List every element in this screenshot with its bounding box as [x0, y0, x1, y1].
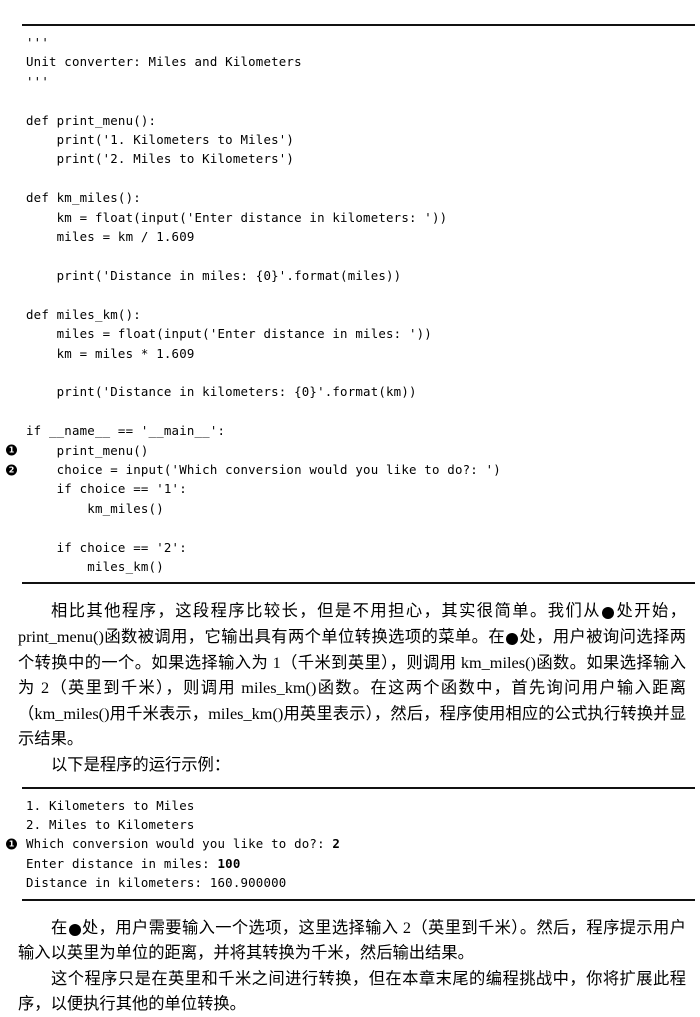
- document-page: ''' Unit converter: Miles and Kilometers '…: [0, 0, 700, 1013]
- inline-callout-marker: 1: [68, 923, 108, 936]
- code-line: ''': [26, 35, 49, 50]
- source-code-listing: ''' Unit converter: Miles and Kilometers '…: [0, 24, 700, 585]
- run-example-lead-in: 以下是程序的运行示例：: [51, 754, 231, 774]
- code-line: miles = float(input('Enter distance in m…: [26, 326, 432, 342]
- code-line: Enter distance in miles: 100: [26, 855, 241, 871]
- code-line: miles = km / 1.609: [26, 229, 195, 245]
- spacer-before-output: [0, 778, 700, 787]
- callout-marker: 1: [6, 838, 17, 850]
- source-code-body: ''' Unit converter: Miles and Kilometers '…: [0, 26, 700, 582]
- code-line: def miles_km():: [26, 306, 141, 322]
- code-line: 2. Miles to Kilometers: [26, 816, 195, 832]
- explanation-paragraph-1: 相比其他程序，这段程序比较长，但是不用担心，其实很简单。我们从 1处开始，prin…: [18, 601, 686, 749]
- top-spacer: [0, 0, 700, 24]
- code-line: def print_menu():: [26, 112, 157, 128]
- code-line: def km_miles():: [26, 190, 141, 206]
- explanation-paragraph-2: 在 1处，用户需要输入一个选项，这里选择输入 2（英里到千米）。然后，程序提示用户…: [18, 917, 686, 963]
- output-bottom-rule: [22, 898, 695, 901]
- inline-callout-marker: 2: [506, 632, 545, 645]
- code-line: Unit converter: Miles and Kilometers: [26, 54, 302, 70]
- code-line: km_miles(): [26, 500, 164, 516]
- code-line: if choice == '1':: [26, 481, 187, 497]
- code-line: print('2. Miles to Kilometers'): [26, 151, 295, 167]
- code-line: 1 print_menu(): [0, 441, 700, 460]
- code-line: km = float(input('Enter distance in kilo…: [26, 209, 448, 225]
- code-line: print('Distance in miles: {0}'.format(mi…: [26, 267, 402, 283]
- code-line: 2 choice = input('Which conversion would…: [0, 460, 700, 479]
- callout-marker: 1: [6, 444, 17, 456]
- code-line: Distance in kilometers: 160.900000: [26, 875, 287, 891]
- code-line: print('1. Kilometers to Miles'): [26, 132, 295, 148]
- code-line: if choice == '2':: [26, 539, 187, 555]
- code-line: print('Distance in kilometers: {0}'.form…: [26, 384, 417, 400]
- callout-marker: 2: [6, 464, 17, 476]
- listing-bottom-rule: [22, 582, 695, 585]
- spacer-after-output: [0, 901, 700, 915]
- spacer-after-listing: [0, 584, 700, 598]
- code-line: 1. Kilometers to Miles: [26, 797, 195, 813]
- code-line: 1 Which conversion would you like to do?:…: [0, 834, 700, 853]
- code-line: km = miles * 1.609: [26, 345, 195, 361]
- program-output-body: 1. Kilometers to Miles 2. Miles to Kilome…: [0, 789, 700, 899]
- code-line: if __name__ == '__main__':: [26, 423, 226, 439]
- program-output-listing: 1. Kilometers to Miles 2. Miles to Kilome…: [0, 786, 700, 901]
- code-line: miles_km(): [26, 558, 164, 574]
- code-line: ''': [26, 73, 49, 89]
- user-input-value: 2: [332, 836, 341, 852]
- explanation-paragraph-3: 这个程序只是在英里和千米之间进行转换，但在本章末尾的编程挑战中，你将扩展此程序，…: [18, 968, 686, 1014]
- inline-callout-marker: 1: [602, 607, 641, 620]
- user-input-value: 100: [217, 855, 241, 871]
